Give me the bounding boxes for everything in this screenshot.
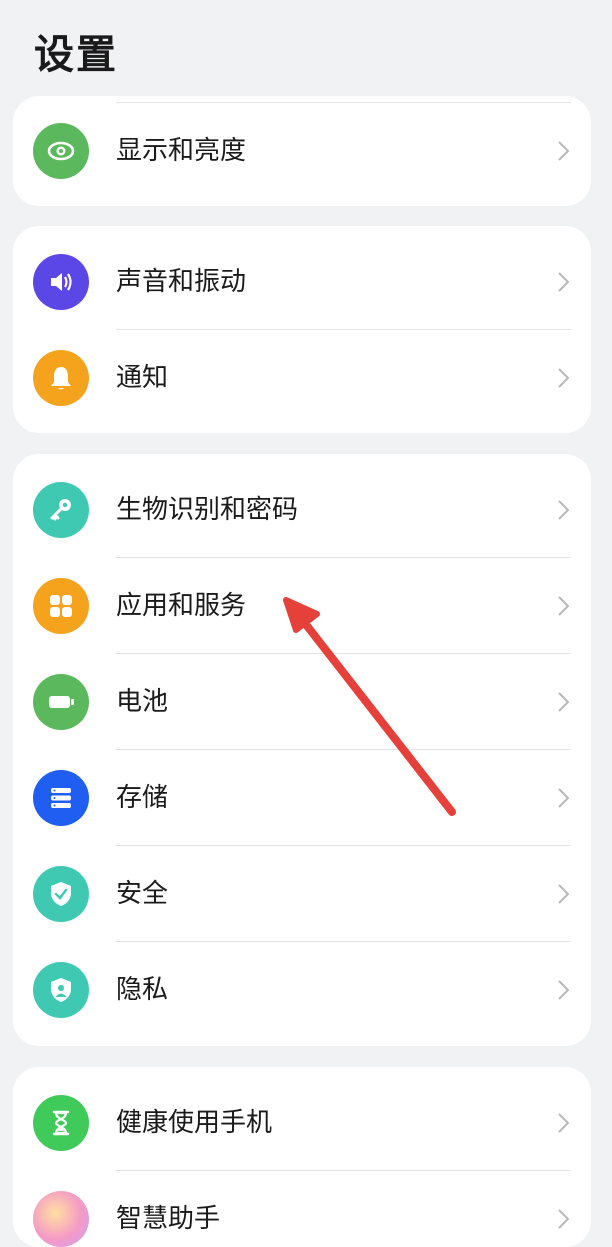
settings-item-label: 生物识别和密码 — [116, 495, 299, 525]
chevron-right-icon — [558, 884, 570, 904]
settings-item-label: 声音和振动 — [116, 267, 247, 297]
settings-item-display[interactable]: 显示和亮度 — [13, 103, 591, 199]
chevron-right-icon — [558, 141, 570, 161]
page-title: 设置 — [34, 32, 118, 78]
settings-item-label: 显示和亮度 — [116, 136, 247, 166]
settings-item-notifications[interactable]: 通知 — [13, 330, 591, 426]
settings-item-label: 应用和服务 — [116, 591, 247, 621]
settings-group-sound: 声音和振动 通知 — [13, 226, 591, 433]
settings-item-security[interactable]: 安全 — [13, 846, 591, 942]
settings-item-smart-assistant[interactable]: 智慧助手 — [13, 1171, 591, 1247]
chevron-right-icon — [558, 692, 570, 712]
assistant-orb-icon — [33, 1191, 89, 1247]
settings-item-label: 智慧助手 — [116, 1204, 221, 1234]
chevron-right-icon — [558, 788, 570, 808]
settings-item-digital-balance[interactable]: 健康使用手机 — [13, 1075, 591, 1171]
chevron-right-icon — [558, 272, 570, 292]
hourglass-icon — [33, 1095, 89, 1151]
privacy-shield-icon — [33, 962, 89, 1018]
bell-icon — [33, 350, 89, 406]
settings-item-biometrics[interactable]: 生物识别和密码 — [13, 462, 591, 558]
settings-group-system: 生物识别和密码 应用和服务 电池 存储 安全 隐私 — [13, 454, 591, 1046]
settings-item-label: 隐私 — [116, 975, 169, 1005]
battery-icon — [33, 674, 89, 730]
settings-group-display: 显示和亮度 — [13, 96, 591, 206]
chevron-right-icon — [558, 1209, 570, 1229]
settings-item-battery[interactable]: 电池 — [13, 654, 591, 750]
settings-item-label: 通知 — [116, 363, 169, 393]
shield-check-icon — [33, 866, 89, 922]
settings-item-label: 存储 — [116, 783, 169, 813]
settings-item-apps[interactable]: 应用和服务 — [13, 558, 591, 654]
chevron-right-icon — [558, 1113, 570, 1133]
chevron-right-icon — [558, 500, 570, 520]
chevron-right-icon — [558, 596, 570, 616]
speaker-icon — [33, 254, 89, 310]
settings-item-label: 电池 — [116, 687, 169, 717]
settings-group-wellbeing: 健康使用手机 智慧助手 — [13, 1067, 591, 1247]
key-icon — [33, 482, 89, 538]
chevron-right-icon — [558, 980, 570, 1000]
settings-item-label: 健康使用手机 — [116, 1108, 273, 1138]
settings-item-sound[interactable]: 声音和振动 — [13, 234, 591, 330]
settings-item-label: 安全 — [116, 879, 169, 909]
eye-icon — [33, 123, 89, 179]
settings-item-privacy[interactable]: 隐私 — [13, 942, 591, 1038]
storage-icon — [33, 770, 89, 826]
apps-grid-icon — [33, 578, 89, 634]
settings-item-storage[interactable]: 存储 — [13, 750, 591, 846]
chevron-right-icon — [558, 368, 570, 388]
